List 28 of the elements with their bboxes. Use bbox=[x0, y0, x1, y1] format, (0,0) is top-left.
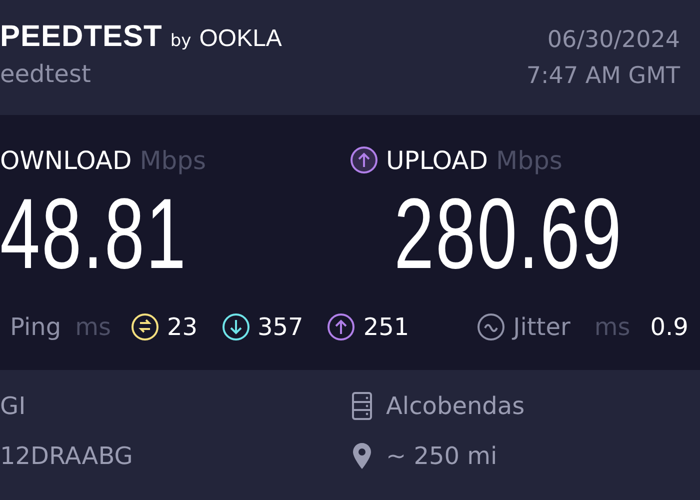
ping-value: 251 bbox=[363, 313, 410, 341]
provider-detail: 12DRAABG bbox=[0, 442, 133, 470]
test-date: 06/30/2024 bbox=[546, 26, 680, 55]
subtitle: eedtest bbox=[0, 60, 92, 88]
download-speed: 48.81 bbox=[0, 179, 188, 289]
ping-unit: ms bbox=[75, 313, 111, 341]
upload-label: UPLOAD bbox=[386, 146, 488, 174]
brand-maker: OOKLA bbox=[199, 25, 282, 53]
ping-label: Ping bbox=[10, 313, 62, 341]
jitter-unit: ms bbox=[594, 313, 630, 341]
location-pin-icon bbox=[352, 442, 372, 470]
test-time: 7:47 AM GMT bbox=[526, 62, 680, 91]
upload-unit: Mbps bbox=[496, 146, 562, 174]
jitter-value: 0.9 bbox=[650, 313, 688, 341]
server-icon bbox=[352, 392, 372, 420]
jitter-label: Jitter bbox=[513, 313, 570, 341]
provider-name: GI bbox=[0, 392, 26, 420]
ping-value: 23 bbox=[166, 313, 198, 341]
brand-logo: PEEDTEST bbox=[0, 20, 162, 54]
download-unit: Mbps bbox=[140, 146, 206, 174]
download-label: OWNLOAD bbox=[0, 146, 132, 174]
server-distance: ~ 250 mi bbox=[386, 442, 498, 470]
wave-icon bbox=[477, 313, 506, 341]
server-name: Alcobendas bbox=[386, 392, 525, 420]
upload-speed: 280.69 bbox=[394, 179, 623, 289]
brand-by: by bbox=[170, 31, 192, 51]
ping-value: 357 bbox=[258, 313, 304, 341]
upload-icon bbox=[350, 146, 378, 174]
